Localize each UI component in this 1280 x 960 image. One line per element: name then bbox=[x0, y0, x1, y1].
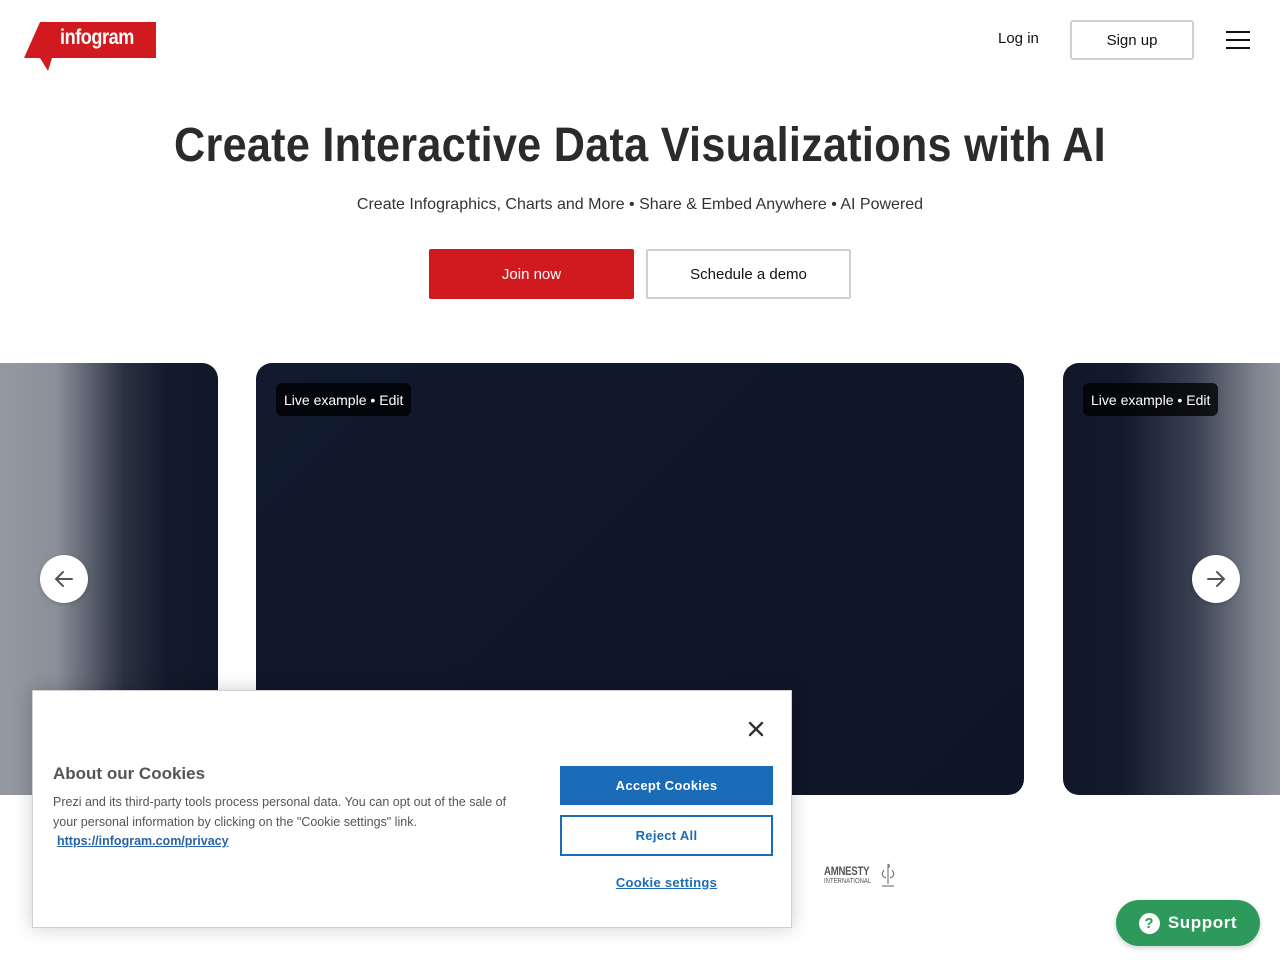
carousel-prev-button[interactable] bbox=[40, 555, 88, 603]
accept-cookies-button[interactable]: Accept Cookies bbox=[560, 766, 773, 805]
privacy-link[interactable]: https://infogram.com/privacy bbox=[57, 834, 229, 848]
support-label: Support bbox=[1167, 913, 1238, 932]
hamburger-menu-icon[interactable] bbox=[1226, 31, 1252, 51]
live-example-badge: Live example • Edit bbox=[276, 383, 412, 416]
live-example-label: Live example • bbox=[1091, 391, 1183, 408]
page-title: Create Interactive Data Visualizations w… bbox=[174, 119, 1106, 172]
live-example-badge: Live example • Edit bbox=[1083, 383, 1219, 416]
login-link[interactable]: Log in bbox=[998, 30, 1039, 47]
carousel-card-next[interactable]: Live example • Edit bbox=[1063, 363, 1280, 795]
question-mark-icon: ? bbox=[1138, 912, 1160, 934]
carousel-next-button[interactable] bbox=[1192, 555, 1240, 603]
cookie-description: Prezi and its third-party tools process … bbox=[53, 793, 523, 852]
signup-button[interactable]: Sign up bbox=[1070, 20, 1194, 60]
reject-all-button[interactable]: Reject All bbox=[560, 815, 773, 856]
infogram-logo[interactable]: infogram bbox=[24, 22, 156, 72]
support-button[interactable]: ? Support bbox=[1116, 900, 1260, 946]
logo-text: infogram bbox=[60, 26, 134, 49]
cookie-banner: About our Cookies Prezi and its third-pa… bbox=[32, 690, 792, 928]
amnesty-logo-sub: INTERNATIONAL bbox=[824, 878, 872, 885]
arrow-right-icon bbox=[1207, 571, 1225, 587]
hero-subtitle: Create Infographics, Charts and More • S… bbox=[356, 196, 924, 213]
cookie-text: Prezi and its third-party tools process … bbox=[53, 795, 507, 829]
join-now-button[interactable]: Join now bbox=[429, 249, 634, 299]
amnesty-international-logo: AMNESTY INTERNATIONAL bbox=[822, 860, 902, 892]
live-example-label: Live example • bbox=[284, 391, 376, 408]
arrow-left-icon bbox=[55, 571, 73, 587]
close-icon[interactable] bbox=[745, 718, 767, 740]
candle-icon bbox=[881, 863, 895, 887]
edit-link[interactable]: Edit bbox=[379, 392, 403, 408]
edit-link[interactable]: Edit bbox=[1186, 392, 1210, 408]
cookie-title: About our Cookies bbox=[53, 764, 206, 783]
cookie-settings-link[interactable]: Cookie settings bbox=[560, 875, 773, 895]
schedule-demo-button[interactable]: Schedule a demo bbox=[646, 249, 851, 299]
amnesty-logo-name: AMNESTY bbox=[824, 864, 870, 878]
